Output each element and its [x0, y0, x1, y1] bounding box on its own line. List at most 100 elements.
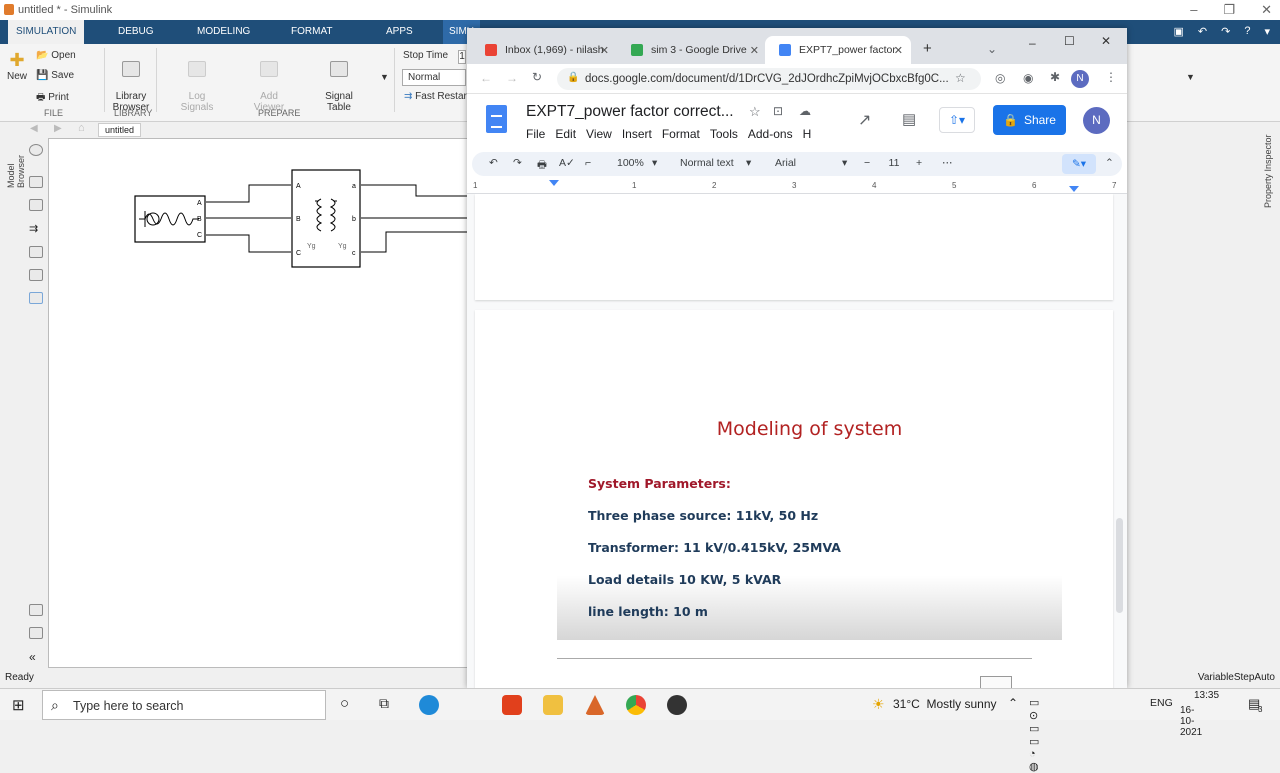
tray-icons[interactable]: ▭ ⊙ ▭ ▭ ◔ ◍ — [1029, 696, 1039, 773]
undo-icon[interactable]: ↶ — [1198, 25, 1207, 38]
prepare-gallery-dropdown[interactable]: ▼ — [380, 72, 389, 82]
minimize-icon[interactable]: – — [1029, 36, 1036, 50]
three-phase-transformer-block[interactable] — [291, 169, 361, 268]
open-button[interactable]: 📂 Open — [36, 50, 76, 61]
forward-icon[interactable]: → — [506, 71, 518, 85]
close-icon[interactable]: ✕ — [1101, 34, 1111, 48]
zoom-select[interactable]: 100% — [617, 157, 644, 169]
save-button[interactable]: 💾 Save — [36, 70, 74, 81]
redo-icon[interactable]: ↷ — [1221, 25, 1230, 38]
library-browser-button[interactable]: Library Browser — [110, 50, 152, 113]
three-phase-source-block[interactable] — [134, 195, 206, 243]
arrow-icon[interactable]: ⇉ — [29, 222, 43, 235]
weather-text[interactable]: 31°C Mostly sunny — [893, 697, 997, 711]
reload-icon[interactable]: ↻ — [532, 70, 542, 84]
redo-icon[interactable]: ↷ — [513, 157, 522, 169]
document-page[interactable]: Modeling of system System Parameters: Th… — [475, 310, 1113, 688]
stop-time-input[interactable]: 1 — [458, 50, 466, 64]
tab-simulation[interactable]: SIMULATION — [8, 20, 85, 44]
undo-icon[interactable]: ↶ — [489, 157, 498, 169]
maximize-icon[interactable]: ❐ — [1223, 2, 1235, 18]
extension-icon-2[interactable]: ◉ — [1023, 71, 1033, 85]
profile-avatar[interactable]: N — [1071, 70, 1089, 88]
chevron-down-icon[interactable]: ▾ — [652, 157, 657, 169]
menu-add-ons[interactable]: Add-ons — [748, 127, 793, 141]
collapse-icon[interactable]: « — [29, 650, 43, 664]
tab-google-drive[interactable]: sim 3 - Google Drive ✕ — [617, 36, 767, 64]
model-canvas[interactable]: A B C A B C a b c Yg Yg — [48, 138, 469, 668]
tab-debug[interactable]: DEBUG — [118, 20, 154, 44]
menu-format[interactable]: Format — [662, 127, 700, 141]
cloud-saved-icon[interactable]: ☁ — [799, 104, 811, 118]
clock-date[interactable]: 16-10-2021 — [1180, 705, 1202, 738]
close-icon[interactable]: ✕ — [1261, 2, 1272, 18]
weather-sun-icon[interactable]: ☀ — [872, 696, 885, 713]
menu-tools[interactable]: Tools — [710, 127, 738, 141]
model-browser-tab[interactable]: Model Browser — [6, 128, 26, 188]
font-select[interactable]: Arial — [775, 157, 796, 169]
comment-icon[interactable]: ▤ — [902, 110, 916, 128]
editing-mode-icon[interactable]: ✎▾ — [1062, 154, 1096, 174]
maximize-icon[interactable]: ☐ — [1064, 34, 1075, 48]
puzzle-extensions-icon[interactable]: ✱ — [1050, 70, 1060, 84]
cortana-icon[interactable]: ○ — [340, 695, 349, 712]
extension-icon[interactable]: ◎ — [995, 71, 1005, 85]
windows-start-icon[interactable]: ⊞ — [12, 696, 25, 714]
add-viewer-button[interactable]: Add Viewer — [246, 50, 292, 113]
dropdown-icon[interactable]: ▾ — [1264, 25, 1270, 38]
forward-icon[interactable]: ▶ — [54, 123, 62, 134]
ribbon-collapse-dropdown[interactable]: ▼ — [1186, 72, 1195, 82]
tab-gmail[interactable]: Inbox (1,969) - nilash ✕ — [471, 36, 617, 64]
tab-google-docs[interactable]: EXPT7_power factor ✕ — [765, 36, 911, 64]
hide-show-browser-icon[interactable] — [29, 144, 43, 156]
increase-font-size-button[interactable]: + — [916, 157, 922, 169]
bookmark-star-icon[interactable]: ☆ — [955, 71, 966, 85]
font-size-input[interactable]: 11 — [882, 157, 906, 169]
vertical-scrollbar[interactable] — [1116, 518, 1123, 613]
menu-help[interactable]: H — [803, 127, 812, 141]
annotation-icon[interactable] — [29, 246, 43, 258]
new-tab-button[interactable]: + — [923, 40, 932, 57]
minimize-icon[interactable]: – — [1190, 2, 1197, 18]
image-icon[interactable] — [29, 269, 43, 281]
hide-menus-icon[interactable]: ⌃ — [1105, 157, 1114, 169]
tab-search-icon[interactable]: ⌄ — [987, 42, 997, 56]
language-indicator[interactable]: ENG — [1150, 697, 1173, 709]
chevron-up-icon[interactable]: ⌃ — [1008, 696, 1018, 710]
embedded-thumbnail[interactable] — [980, 676, 1012, 688]
decrease-font-size-button[interactable]: − — [864, 157, 870, 169]
help-icon[interactable]: ? — [1244, 25, 1250, 38]
tab-modeling[interactable]: MODELING — [197, 20, 250, 44]
clock-time[interactable]: 13:35 — [1194, 690, 1219, 701]
up-level-icon[interactable]: ⌂ — [78, 122, 85, 134]
slide-image[interactable]: Modeling of system System Parameters: Th… — [557, 410, 1062, 640]
app-icon[interactable] — [667, 695, 687, 715]
docs-logo-icon[interactable] — [486, 105, 507, 133]
chevron-down-icon[interactable]: ▾ — [746, 157, 751, 169]
right-indent-marker[interactable] — [1069, 186, 1079, 192]
activity-trend-icon[interactable]: ↗ — [858, 110, 871, 130]
paint-format-icon[interactable]: ⌐ — [585, 157, 591, 169]
present-button[interactable]: ⇧▾ — [939, 107, 975, 133]
save-quick-icon[interactable]: ▣ — [1174, 25, 1184, 38]
matlab-icon[interactable] — [585, 695, 605, 715]
task-view-icon[interactable]: ⧉ — [379, 695, 389, 712]
move-icon[interactable]: ⊡ — [773, 104, 783, 118]
edge-icon[interactable] — [419, 695, 439, 715]
fit-to-view-icon[interactable] — [29, 199, 43, 211]
tab-apps[interactable]: APPS — [386, 20, 413, 44]
document-title[interactable]: EXPT7_power factor correct... — [526, 103, 734, 121]
print-button[interactable]: 🖶 Print — [36, 90, 69, 107]
simulation-mode-select[interactable]: Normal — [402, 69, 466, 86]
zoom-icon[interactable] — [29, 176, 43, 188]
taskbar-search-box[interactable]: ⌕ Type here to search — [42, 690, 326, 720]
document-page[interactable] — [475, 194, 1113, 300]
property-inspector-tab[interactable]: Property Inspector — [1263, 128, 1273, 208]
signal-table-button[interactable]: Signal Table — [316, 50, 362, 113]
lock-icon[interactable]: 🔒 — [567, 72, 579, 83]
star-icon[interactable]: ☆ — [749, 104, 761, 120]
file-explorer-icon[interactable] — [543, 695, 563, 715]
chrome-icon[interactable] — [626, 695, 646, 715]
camera-icon[interactable] — [29, 604, 43, 616]
menu-edit[interactable]: Edit — [555, 127, 576, 141]
